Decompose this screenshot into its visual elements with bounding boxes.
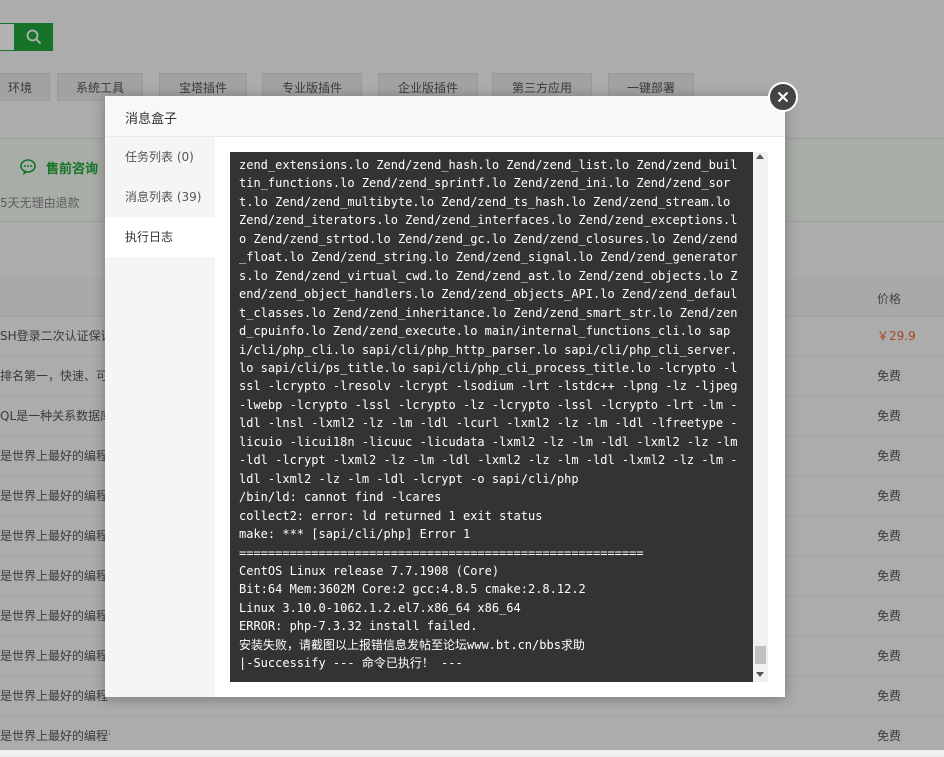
scroll-up-arrow-icon[interactable] bbox=[756, 154, 764, 159]
sidebar-item-message-list[interactable]: 消息列表 (39) bbox=[105, 177, 215, 217]
message-box-dialog: 消息盒子 任务列表 (0) 消息列表 (39) 执行日志 zend_extens… bbox=[105, 96, 785, 697]
sidebar-item-task-list[interactable]: 任务列表 (0) bbox=[105, 137, 215, 177]
dialog-sidebar: 任务列表 (0) 消息列表 (39) 执行日志 bbox=[105, 137, 215, 697]
log-scrollbar[interactable] bbox=[753, 152, 768, 682]
dialog-title-bar: 消息盒子 bbox=[105, 96, 785, 137]
dialog-title: 消息盒子 bbox=[125, 112, 178, 127]
close-icon bbox=[777, 91, 789, 103]
execution-log-console: zend_extensions.lo Zend/zend_hash.lo Zen… bbox=[230, 152, 768, 682]
log-text: zend_extensions.lo Zend/zend_hash.lo Zen… bbox=[239, 158, 738, 671]
scroll-thumb[interactable] bbox=[755, 646, 766, 664]
scroll-down-arrow-icon[interactable] bbox=[756, 672, 764, 677]
sidebar-item-execution-log[interactable]: 执行日志 bbox=[105, 217, 215, 257]
close-dialog-button[interactable] bbox=[768, 82, 798, 112]
